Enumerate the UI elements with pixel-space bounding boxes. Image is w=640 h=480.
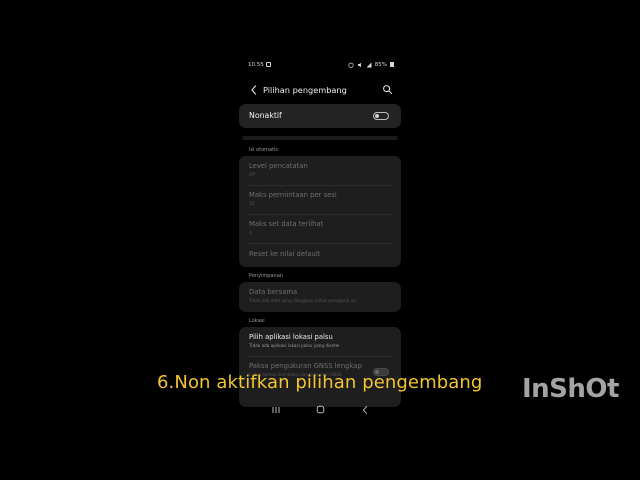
- list-item-subtitle: 10: [249, 201, 255, 206]
- list-item-title: Pilih aplikasi lokasi palsu: [249, 333, 333, 341]
- list-item-title: Reset ke nilai default: [249, 250, 321, 258]
- divider: [249, 356, 391, 357]
- alarm-icon: [348, 62, 354, 68]
- video-caption: 6.Non aktifkan pilihan pengembang: [157, 372, 483, 393]
- list-item-subtitle: Tidak ada aplikasi lokasi palsu yang dis…: [249, 343, 340, 348]
- inshot-watermark: InShOt: [522, 374, 619, 404]
- storage-card: Data bersama Tidak ada data yang dibagik…: [239, 282, 401, 312]
- battery-percent: 85%: [374, 61, 387, 68]
- list-item-subtitle: 3: [249, 230, 252, 235]
- status-time: 10.55: [248, 61, 264, 68]
- autofill-card: Level pencatatan Off Maks permintaan per…: [239, 156, 401, 267]
- scroll-edge-card: [242, 136, 398, 140]
- list-item-subtitle: Tidak ada data yang dibagikan untuk peng…: [249, 298, 356, 303]
- divider: [249, 185, 391, 186]
- master-switch-label: Nonaktif: [249, 111, 282, 120]
- section-title-autofill: Isi otomatis: [249, 147, 279, 153]
- back-icon[interactable]: [361, 405, 369, 415]
- chevron-left-icon[interactable]: [249, 84, 259, 96]
- list-item-title: Level pencatatan: [249, 162, 308, 170]
- gallery-notification-icon: [265, 62, 271, 67]
- divider: [249, 214, 391, 215]
- list-item[interactable]: Maks permintaan per sesi 10: [249, 191, 391, 206]
- phone-screen: 10.55 85% Pilihan pengembang Nonaktif Is…: [239, 56, 403, 420]
- list-item[interactable]: Data bersama Tidak ada data yang dibagik…: [249, 288, 391, 303]
- section-title-location: Lokasi: [249, 318, 265, 324]
- divider: [249, 243, 391, 244]
- recent-apps-icon[interactable]: [271, 406, 281, 414]
- search-icon[interactable]: [382, 84, 393, 95]
- section-title-storage: Penyimpanan: [249, 273, 283, 279]
- list-item-title: Maks permintaan per sesi: [249, 191, 337, 199]
- page-title: Pilihan pengembang: [263, 85, 347, 95]
- list-item-title: Data bersama: [249, 288, 298, 296]
- battery-icon: [390, 62, 394, 67]
- list-item[interactable]: Reset ke nilai default: [249, 250, 391, 258]
- list-item[interactable]: Maks set data terlihat 3: [249, 220, 391, 235]
- location-card: Pilih aplikasi lokasi palsu Tidak ada ap…: [239, 327, 401, 407]
- status-bar: 10.55 85%: [248, 60, 394, 69]
- developer-options-master-switch[interactable]: Nonaktif: [239, 104, 401, 128]
- signal-icon: [366, 62, 372, 67]
- list-item-title: Paksa pengukuran GNSS lengkap: [249, 362, 362, 370]
- master-toggle[interactable]: [373, 112, 389, 120]
- mute-icon: [357, 62, 361, 67]
- app-bar: Pilihan pengembang: [239, 82, 403, 98]
- navigation-bar: [239, 404, 403, 416]
- list-item[interactable]: Pilih aplikasi lokasi palsu Tidak ada ap…: [249, 333, 391, 348]
- list-item-subtitle: Off: [249, 172, 256, 177]
- toggle-knob: [375, 114, 379, 118]
- list-item[interactable]: Level pencatatan Off: [249, 162, 391, 177]
- home-icon[interactable]: [316, 405, 325, 414]
- list-item-title: Maks set data terlihat: [249, 220, 324, 228]
